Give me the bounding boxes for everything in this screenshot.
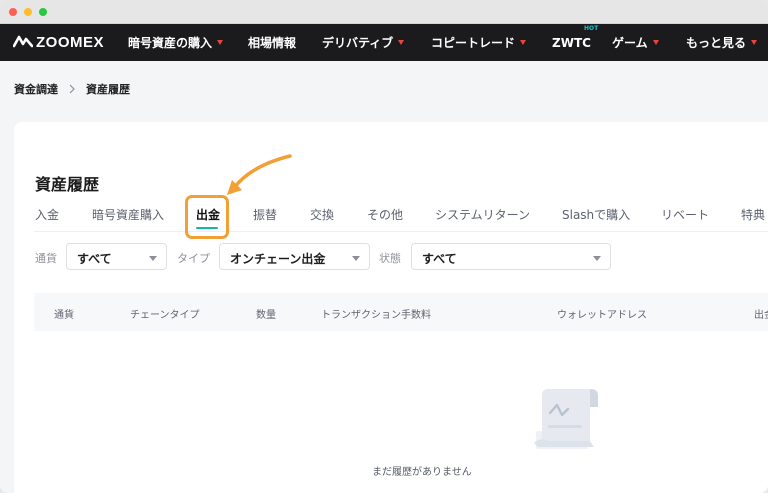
top-navbar: ZOOMEX 暗号資産の購入 相場情報 デリバティブ コピートレード ZWTC … <box>0 24 768 61</box>
table-header: 通貨 チェーンタイプ 数量 トランザクション手数料 ウォレットアドレス 出金 <box>34 293 768 331</box>
nav-item-label: コピートレード <box>431 36 516 50</box>
breadcrumb: 資金調達 資産履歴 <box>14 81 130 97</box>
caret-down-icon <box>398 40 405 45</box>
close-window-button[interactable] <box>9 8 17 16</box>
nav-item-label: デリバティブ <box>322 36 394 50</box>
tab-system-return[interactable]: システムリターン <box>435 206 530 223</box>
pointer-arrow-icon <box>227 154 292 195</box>
tab-crypto-purchase[interactable]: 暗号資産購入 <box>92 206 164 223</box>
breadcrumb-parent-link[interactable]: 資金調達 <box>14 81 58 97</box>
minimize-window-button[interactable] <box>24 8 32 16</box>
tab-transfer[interactable]: 振替 <box>253 206 277 223</box>
nav-item-derivatives[interactable]: デリバティブ <box>322 24 405 61</box>
type-select-value: オンチェーン出金 <box>230 252 326 266</box>
caret-down-icon <box>217 40 224 45</box>
currency-select-value: すべて <box>77 252 112 266</box>
tab-other[interactable]: その他 <box>367 206 403 223</box>
column-header-currency: 通貨 <box>54 310 74 321</box>
tabs-divider <box>34 231 768 232</box>
dropdown-arrow-icon <box>352 256 360 261</box>
caret-down-icon <box>652 40 659 45</box>
nav-item-buy-crypto[interactable]: 暗号資産の購入 <box>128 24 224 61</box>
logo-text: ZOOMEX <box>36 33 105 51</box>
currency-filter-label: 通貨 <box>35 252 57 265</box>
tab-bonus[interactable]: 特典 <box>741 206 765 223</box>
nav-item-label: ゲーム <box>612 36 648 50</box>
column-header-amount: 数量 <box>256 310 276 321</box>
caret-down-icon <box>520 40 527 45</box>
nav-item-label: 相場情報 <box>248 36 297 50</box>
filter-bar: 通貨 すべて タイプ オンチェーン出金 状態 すべて <box>0 243 768 271</box>
type-filter-label: タイプ <box>177 252 210 265</box>
tab-deposit[interactable]: 入金 <box>35 206 59 223</box>
type-select[interactable]: オンチェーン出金 <box>219 243 370 270</box>
highlight-box <box>185 195 229 239</box>
currency-select[interactable]: すべて <box>66 243 167 270</box>
hot-badge: HOT <box>584 25 599 32</box>
tab-exchange[interactable]: 交換 <box>310 206 334 223</box>
nav-item-games[interactable]: ゲーム <box>612 24 659 61</box>
column-header-fee: トランザクション手数料 <box>321 310 431 321</box>
nav-item-label: もっと見る <box>686 36 747 50</box>
zoomex-logo[interactable]: ZOOMEX <box>13 33 104 51</box>
tab-slash-purchase[interactable]: Slashで購入 <box>562 206 630 223</box>
status-select[interactable]: すべて <box>411 243 611 270</box>
maximize-window-button[interactable] <box>39 8 47 16</box>
nav-item-more[interactable]: もっと見る <box>686 24 758 61</box>
tab-rebate[interactable]: リベート <box>661 206 709 223</box>
nav-item-copy-trade[interactable]: コピートレード <box>431 24 527 61</box>
browser-window: ZOOMEX 暗号資産の購入 相場情報 デリバティブ コピートレード ZWTC … <box>0 0 768 493</box>
history-tabs: 入金 暗号資産購入 出金 振替 交換 その他 システムリターン Slashで購入… <box>0 206 768 230</box>
empty-history-icon <box>534 389 598 449</box>
page-title: 資産履歴 <box>35 175 100 194</box>
caret-down-icon <box>751 40 758 45</box>
status-select-value: すべて <box>422 252 457 266</box>
column-header-withdrawal: 出金 <box>754 310 768 321</box>
column-header-wallet-address: ウォレットアドレス <box>557 310 647 321</box>
logo-mark-icon <box>13 35 33 48</box>
nav-item-markets[interactable]: 相場情報 <box>248 24 296 61</box>
empty-state-text: まだ履歴がありません <box>372 467 472 478</box>
dropdown-arrow-icon <box>149 256 157 261</box>
breadcrumb-current: 資産履歴 <box>86 83 130 96</box>
chevron-right-icon <box>69 84 75 94</box>
nav-item-label: 暗号資産の購入 <box>128 36 213 50</box>
window-titlebar <box>0 0 768 24</box>
status-filter-label: 状態 <box>379 252 401 265</box>
dropdown-arrow-icon <box>593 256 601 261</box>
column-header-chain-type: チェーンタイプ <box>130 310 200 321</box>
nav-item-label: ZWTC <box>552 35 591 50</box>
